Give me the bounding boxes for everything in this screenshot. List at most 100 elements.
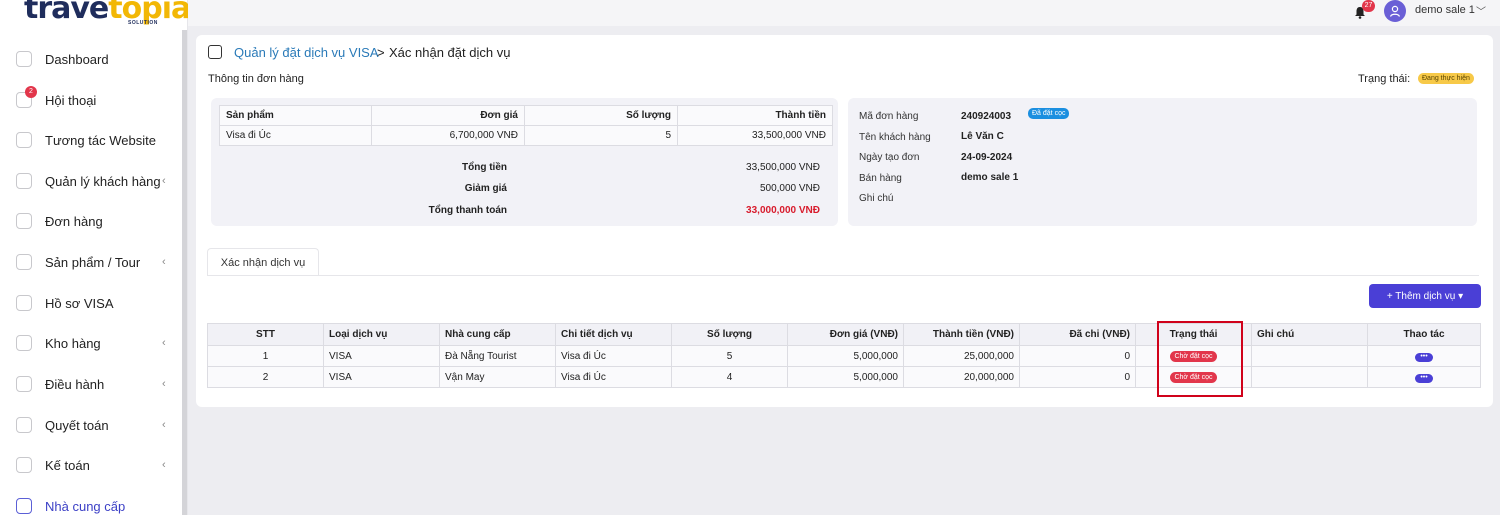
unit-price-cell: 5,000,000 (787, 345, 904, 367)
sidebar-item-label: Kế toán (45, 457, 90, 473)
payable-value: 33,000,000 VNĐ (746, 205, 820, 216)
table-row: Visa đi Úc 6,700,000 VNĐ 5 33,500,000 VN… (219, 125, 833, 146)
document-icon (16, 213, 32, 229)
seller-value: demo sale 1 (961, 172, 1019, 183)
products-table: Sản phẩm Đơn giá Số lượng Thành tiền Vis… (219, 105, 833, 146)
table-cell: Visa đi Úc (219, 125, 372, 146)
order-status-label: Trạng thái: (1358, 73, 1411, 85)
sidebar-item-customers[interactable]: Quản lý khách hàng ‹ (0, 166, 183, 196)
sidebar-item-orders[interactable]: Đơn hàng (0, 206, 183, 236)
table-cell: 33,500,000 VNĐ (677, 125, 833, 146)
customer-name-label: Tên khách hàng (859, 132, 931, 143)
sidebar-item-label: Quản lý khách hàng (45, 173, 161, 189)
table-cell: 6,700,000 VNĐ (371, 125, 525, 146)
service-type-cell: VISA (323, 345, 440, 367)
sidebar-item-label: Nhà cung cấp (45, 498, 126, 514)
supplier-cell: Đà Nẵng Tourist (439, 345, 556, 367)
column-header: STT (207, 323, 324, 346)
chevron-left-icon: ‹ (162, 175, 166, 187)
chevron-down-icon[interactable]: ﹀ (1476, 3, 1486, 18)
add-service-button-label: + Thêm dịch vụ ▾ (1386, 290, 1464, 302)
quantity-cell: 5 (671, 345, 788, 367)
paid-cell: 0 (1019, 345, 1136, 367)
service-detail-cell: Visa đi Úc (555, 345, 672, 367)
sidebar-item-visa-profiles[interactable]: Hồ sơ VISA (0, 288, 183, 318)
supplier-cell: Vận May (439, 366, 556, 388)
sidebar-item-website-interaction[interactable]: Tương tác Website (0, 125, 183, 155)
sidebar-item-inventory[interactable]: Kho hàng ‹ (0, 328, 183, 358)
column-header: Thao tác (1367, 323, 1481, 346)
sidebar-item-label: Kho hàng (45, 335, 101, 351)
breadcrumb-separator: > (377, 45, 385, 60)
page-title: Xác nhận đặt dịch vụ (389, 45, 511, 60)
sidebar-item-products-tours[interactable]: Sản phẩm / Tour ‹ (0, 247, 183, 277)
column-header: Số lượng (524, 105, 678, 126)
created-date-label: Ngày tạo đơn (859, 152, 920, 163)
add-service-button[interactable]: + Thêm dịch vụ ▾ (1369, 284, 1481, 308)
user-avatar[interactable] (1384, 0, 1406, 22)
service-detail-cell: Visa đi Úc (555, 366, 672, 388)
sidebar-item-label: Hội thoại (45, 92, 97, 108)
top-bar (188, 0, 1500, 26)
unit-price-cell: 5,000,000 (787, 366, 904, 388)
quantity-cell: 4 (671, 366, 788, 388)
sidebar-item-operations[interactable]: Điều hành ‹ (0, 369, 183, 399)
services-table: STT Loại dịch vụ Nhà cung cấp Chi tiết d… (207, 323, 1481, 388)
sidebar-item-label: Sản phẩm / Tour (45, 254, 141, 270)
column-header: Thành tiền (VNĐ) (903, 323, 1020, 346)
brand-logo[interactable]: travetopia (24, 0, 191, 24)
sidebar-item-label: Dashboard (45, 51, 109, 67)
sidebar-item-label: Điều hành (45, 376, 105, 392)
column-header: Chi tiết dịch vụ (555, 323, 672, 346)
sidebar-item-label: Tương tác Website (45, 132, 156, 148)
order-code-label: Mã đơn hàng (859, 111, 919, 122)
table-header-row: Sản phẩm Đơn giá Số lượng Thành tiền (219, 105, 833, 126)
dashboard-icon (16, 51, 32, 67)
breadcrumb-parent-link[interactable]: Quản lý đặt dịch vụ VISA (234, 45, 379, 60)
user-icon (1389, 5, 1401, 17)
brand-logo-subtitle: SOLUTION (128, 20, 158, 26)
notification-count-badge: 27 (1362, 0, 1375, 12)
order-status-badge: Đang thực hiện (1418, 73, 1474, 84)
sidebar-item-dashboard[interactable]: Dashboard (0, 44, 183, 74)
more-actions-button[interactable]: ••• (1415, 353, 1433, 362)
column-header: Đã chi (VNĐ) (1019, 323, 1136, 346)
action-cell: ••• (1367, 366, 1481, 388)
seller-label: Bán hàng (859, 173, 902, 184)
sidebar-item-settlement[interactable]: Quyết toán ‹ (0, 410, 183, 440)
box-icon (16, 335, 32, 351)
user-icon (16, 173, 32, 189)
total-value: 33,500,000 VNĐ (746, 162, 820, 173)
clipboard-icon (16, 376, 32, 392)
main-card: Quản lý đặt dịch vụ VISA > Xác nhận đặt … (196, 35, 1493, 407)
sidebar-item-suppliers[interactable]: Nhà cung cấp (0, 491, 183, 515)
table-row: 1 VISA Đà Nẵng Tourist Visa đi Úc 5 5,00… (207, 345, 1481, 367)
checklist-icon (208, 45, 222, 59)
stt-cell: 1 (207, 345, 324, 367)
amount-cell: 20,000,000 (903, 366, 1020, 388)
table-row: 2 VISA Vận May Visa đi Úc 4 5,000,000 20… (207, 366, 1481, 388)
order-info-title: Thông tin đơn hàng (208, 73, 304, 85)
tab-service-confirmation[interactable]: Xác nhận dịch vụ (207, 248, 319, 276)
chevron-left-icon: ‹ (162, 256, 166, 268)
column-header: Nhà cung cấp (439, 323, 556, 346)
action-cell: ••• (1367, 345, 1481, 367)
building-icon (16, 498, 32, 514)
passport-icon (16, 295, 32, 311)
puzzle-icon (16, 132, 32, 148)
conversation-count-badge: 2 (25, 86, 37, 98)
sidebar-scrollbar[interactable] (182, 30, 187, 515)
amount-cell: 25,000,000 (903, 345, 1020, 367)
user-name[interactable]: demo sale 1 (1415, 4, 1475, 16)
discount-label: Giảm giá (464, 183, 507, 194)
order-info-panel: Mã đơn hàng 240924003 Đã đặt cọc Tên khá… (848, 98, 1477, 226)
chevron-left-icon: ‹ (162, 459, 166, 471)
deposit-status-badge: Đã đặt cọc (1028, 108, 1070, 119)
flag-icon (16, 254, 32, 270)
sidebar: travetopia SOLUTION Dashboard 2 Hội thoạ… (0, 0, 191, 515)
calendar-icon (16, 417, 32, 433)
sidebar-item-conversations[interactable]: 2 Hội thoại (0, 85, 183, 115)
stt-cell: 2 (207, 366, 324, 388)
more-actions-button[interactable]: ••• (1415, 374, 1433, 383)
sidebar-item-accounting[interactable]: Kế toán ‹ (0, 450, 183, 480)
